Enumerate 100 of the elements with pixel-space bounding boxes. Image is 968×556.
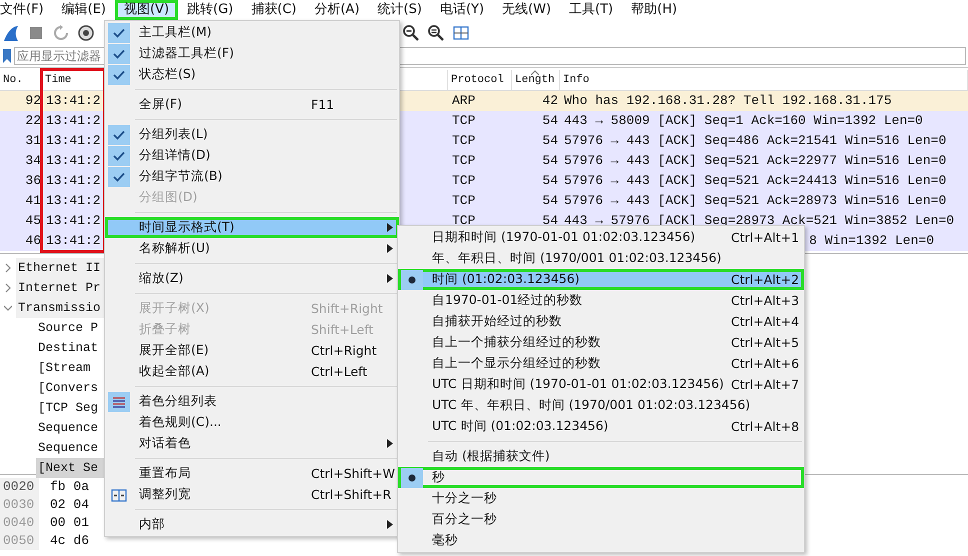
menu-item[interactable]: 收起全部(A) Ctrl+Left [105, 361, 399, 382]
table-cell-text: 443 → 58009 [ACK] Seq=1 Ack=160 Win=1392 Len=0 [563, 112, 924, 130]
table-cell-text: 54 [541, 152, 559, 170]
table-cell-text: 54 [541, 172, 559, 190]
menu-item-label: 秒 [431, 469, 446, 486]
column-header[interactable]: No. [0, 70, 42, 90]
check-icon [108, 146, 130, 166]
menu-item[interactable]: 名称解析(U) [105, 238, 399, 259]
table-cell-text: 13:41:2 [45, 172, 102, 190]
menu-item[interactable]: 内部 [105, 514, 399, 535]
menu-item-label: 缩放(Z) [138, 270, 184, 287]
menu-item-label: 毫秒 [431, 532, 459, 549]
menu-item[interactable]: 对话着色 [105, 433, 399, 454]
sort-indicator-icon [531, 70, 539, 75]
menu-bar-item[interactable]: 文件(F) [0, 0, 53, 20]
shortcut-label: F11 [310, 97, 336, 112]
shortcut-label: Ctrl+Alt+7 [730, 377, 800, 392]
menu-item-label: 分组图(D) [138, 189, 198, 206]
byte-offset: 0050 [0, 532, 39, 550]
menu-item[interactable]: 自1970-01-01经过的秒数 Ctrl+Alt+3 [398, 290, 804, 311]
menu-item-label: UTC 时间 (01:02:03.123456) [431, 418, 610, 435]
zoom-reset-icon[interactable] [427, 24, 445, 42]
menu-item-label: 自上一个捕获分组经过的秒数 [431, 334, 602, 351]
shortcut-label: Ctrl+Alt+5 [730, 335, 800, 350]
menu-bar-item[interactable]: 捕获(C) [242, 0, 306, 20]
menu-item[interactable]: 着色分组列表 [105, 391, 399, 412]
table-cell-text: 57976 → 443 [ACK] Seq=521 Ack=28973 Win=516 Len=0 [563, 192, 948, 210]
table-cell-text: TCP [451, 172, 476, 190]
menu-bar-item[interactable]: 无线(W) [493, 0, 560, 20]
menu-item-label: 收起全部(A) [138, 363, 210, 380]
shortcut-label: Ctrl+Alt+3 [730, 293, 800, 308]
menu-bar-item[interactable]: 统计(S) [368, 0, 431, 20]
menu-item[interactable]: 状态栏(S) [105, 64, 399, 85]
menu-bar-item[interactable]: 编辑(E) [52, 0, 115, 20]
menu-bar-item[interactable]: 视图(V) [114, 0, 178, 20]
menu-item-label: 自捕获开始经过的秒数 [431, 313, 563, 330]
table-cell-text: TCP [451, 192, 476, 210]
menu-item[interactable]: 秒 [398, 467, 804, 488]
menu-bar-item[interactable]: 帮助(H) [622, 0, 686, 20]
table-cell-text: 42 [541, 92, 559, 110]
table-cell-text: TCP [451, 212, 476, 230]
menu-item[interactable]: 自动 (根据捕获文件) [398, 446, 804, 467]
menu-item-label: 重置布局 [138, 465, 192, 482]
menu-item[interactable]: 自上一个捕获分组经过的秒数 Ctrl+Alt+5 [398, 332, 804, 353]
menu-item-label: 着色规则(C)... [138, 414, 222, 431]
menu-item[interactable]: 主工具栏(M) [105, 22, 399, 43]
menu-item[interactable]: 调整列宽 Ctrl+Shift+R [105, 484, 399, 505]
menu-item[interactable]: 百分之一秒 [398, 509, 804, 530]
menu-item[interactable]: 缩放(Z) [105, 268, 399, 289]
menu-item-label: 分组字节流(B) [138, 168, 224, 185]
menu-item-label: 自动 (根据捕获文件) [431, 448, 551, 465]
menu-item[interactable]: UTC 时间 (01:02:03.123456) Ctrl+Alt+8 [398, 416, 804, 437]
hex-bytes: 4c d6 [49, 532, 90, 550]
table-cell-text: TCP [451, 152, 476, 170]
column-header[interactable]: Protocol [448, 70, 512, 90]
shortcut-label: Ctrl+Left [310, 364, 368, 379]
menu-item[interactable]: 时间 (01:02:03.123456) Ctrl+Alt+2 [398, 269, 804, 290]
tree-item[interactable]: Transmissio [16, 298, 104, 318]
bookmark-icon[interactable] [2, 48, 12, 64]
menu-bar-item[interactable]: 工具(T) [560, 0, 622, 20]
shortcut-label: Ctrl+Right [310, 343, 378, 358]
check-icon [108, 64, 130, 84]
tree-item[interactable]: Internet Pr [16, 278, 104, 298]
options-icon[interactable] [77, 24, 95, 42]
table-cell-text: 92 [24, 92, 42, 110]
byte-offset: 0040 [0, 514, 39, 532]
menu-item[interactable]: 展开全部(E) Ctrl+Right [105, 340, 399, 361]
menu-item[interactable]: 十分之一秒 [398, 488, 804, 509]
menu-bar-item[interactable]: 分析(A) [305, 0, 369, 20]
menu-item[interactable]: UTC 年、年积日、时间 (1970/001 01:02:03.123456) [398, 395, 804, 416]
table-cell-text: ARP [451, 92, 476, 110]
table-cell-text: 54 [541, 132, 559, 150]
menu-bar-item[interactable]: 电话(Y) [430, 0, 494, 20]
table-cell-text: 31 [24, 132, 42, 150]
menu-item-label: 年、年积日、时间 (1970/001 01:02:03.123456) [431, 250, 722, 267]
table-cell-text: 54 [541, 112, 559, 130]
shark-fin-icon[interactable] [2, 24, 20, 42]
menu-item[interactable]: 自捕获开始经过的秒数 Ctrl+Alt+4 [398, 311, 804, 332]
hex-bytes: 00 01 [49, 514, 90, 532]
menu-item-label: 自1970-01-01经过的秒数 [431, 292, 584, 309]
menu-item[interactable]: 年、年积日、时间 (1970/001 01:02:03.123456) [398, 248, 804, 269]
menu-item[interactable]: 毫秒 [398, 530, 804, 551]
table-cell-text: Who has 192.168.31.28? Tell 192.168.31.175 [563, 92, 893, 110]
resize-columns-icon[interactable] [452, 24, 470, 42]
tree-item[interactable]: Ethernet II [16, 258, 104, 278]
shortcut-label: Shift+Right [310, 301, 383, 316]
menu-item[interactable]: 着色规则(C)... [105, 412, 399, 433]
restart-icon[interactable] [52, 24, 70, 42]
table-cell-text: 41 [24, 192, 42, 210]
check-icon [108, 44, 130, 64]
menu-item[interactable]: 时间显示格式(T) [105, 217, 399, 238]
menu-item[interactable]: 自上一个显示分组经过的秒数 Ctrl+Alt+6 [398, 353, 804, 374]
zoom-out-icon[interactable] [402, 24, 420, 42]
menu-item-label: 调整列宽 [138, 486, 192, 503]
menu-bar-item[interactable]: 跳转(G) [178, 0, 242, 20]
check-icon [108, 124, 130, 144]
menu-item[interactable]: UTC 日期和时间 (1970-01-01 01:02:03.123456) Ctrl+Alt+7 [398, 374, 804, 395]
shortcut-label: Ctrl+Shift+W [310, 466, 395, 481]
column-header[interactable]: Length [512, 70, 560, 90]
column-header[interactable]: Info [560, 70, 968, 90]
